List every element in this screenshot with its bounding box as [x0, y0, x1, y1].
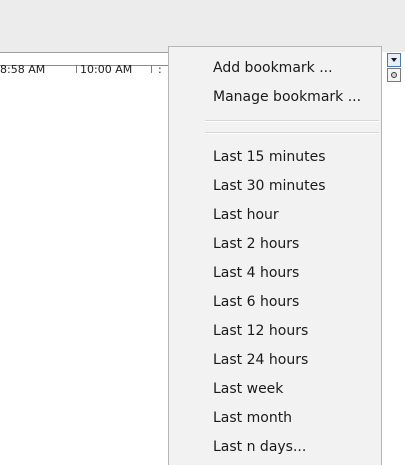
menu-item-last-4-hours[interactable]: Last 4 hours [213, 264, 299, 282]
menu-item-last-24-hours[interactable]: Last 24 hours [213, 351, 308, 369]
menu-item-last-12-hours[interactable]: Last 12 hours [213, 322, 308, 340]
top-toolbar-area [0, 0, 405, 52]
menu-item-last-15-minutes[interactable]: Last 15 minutes [213, 148, 326, 166]
menu-item-last-n-days[interactable]: Last n days... [213, 438, 306, 456]
menu-item-add-bookmark[interactable]: Add bookmark ... [213, 59, 333, 77]
menu-item-last-6-hours[interactable]: Last 6 hours [213, 293, 299, 311]
time-range-menu: Add bookmark ... Manage bookmark ... Las… [168, 46, 382, 465]
menu-item-last-week[interactable]: Last week [213, 380, 283, 398]
ruler-tick-mark [151, 65, 152, 73]
menu-separator [205, 132, 379, 134]
ruler-tick-label: 8:58 AM [0, 63, 46, 76]
ruler-tick-label: : [158, 63, 162, 76]
menu-item-last-2-hours[interactable]: Last 2 hours [213, 235, 299, 253]
menu-item-manage-bookmark[interactable]: Manage bookmark ... [213, 88, 361, 106]
menu-separator [205, 120, 379, 122]
menu-icon-gutter [169, 47, 202, 465]
ruler-tick-mark [76, 65, 77, 73]
menu-item-last-30-minutes[interactable]: Last 30 minutes [213, 177, 326, 195]
chevron-down-icon [391, 58, 397, 62]
dropdown-button[interactable] [387, 53, 401, 67]
menu-item-last-hour[interactable]: Last hour [213, 206, 279, 224]
time-ruler: 8:58 AM 10:00 AM : [0, 52, 168, 76]
radio-button[interactable] [387, 68, 401, 82]
radio-icon [391, 72, 397, 78]
ruler-tick-label: 10:00 AM [80, 63, 133, 76]
menu-item-last-month[interactable]: Last month [213, 409, 292, 427]
